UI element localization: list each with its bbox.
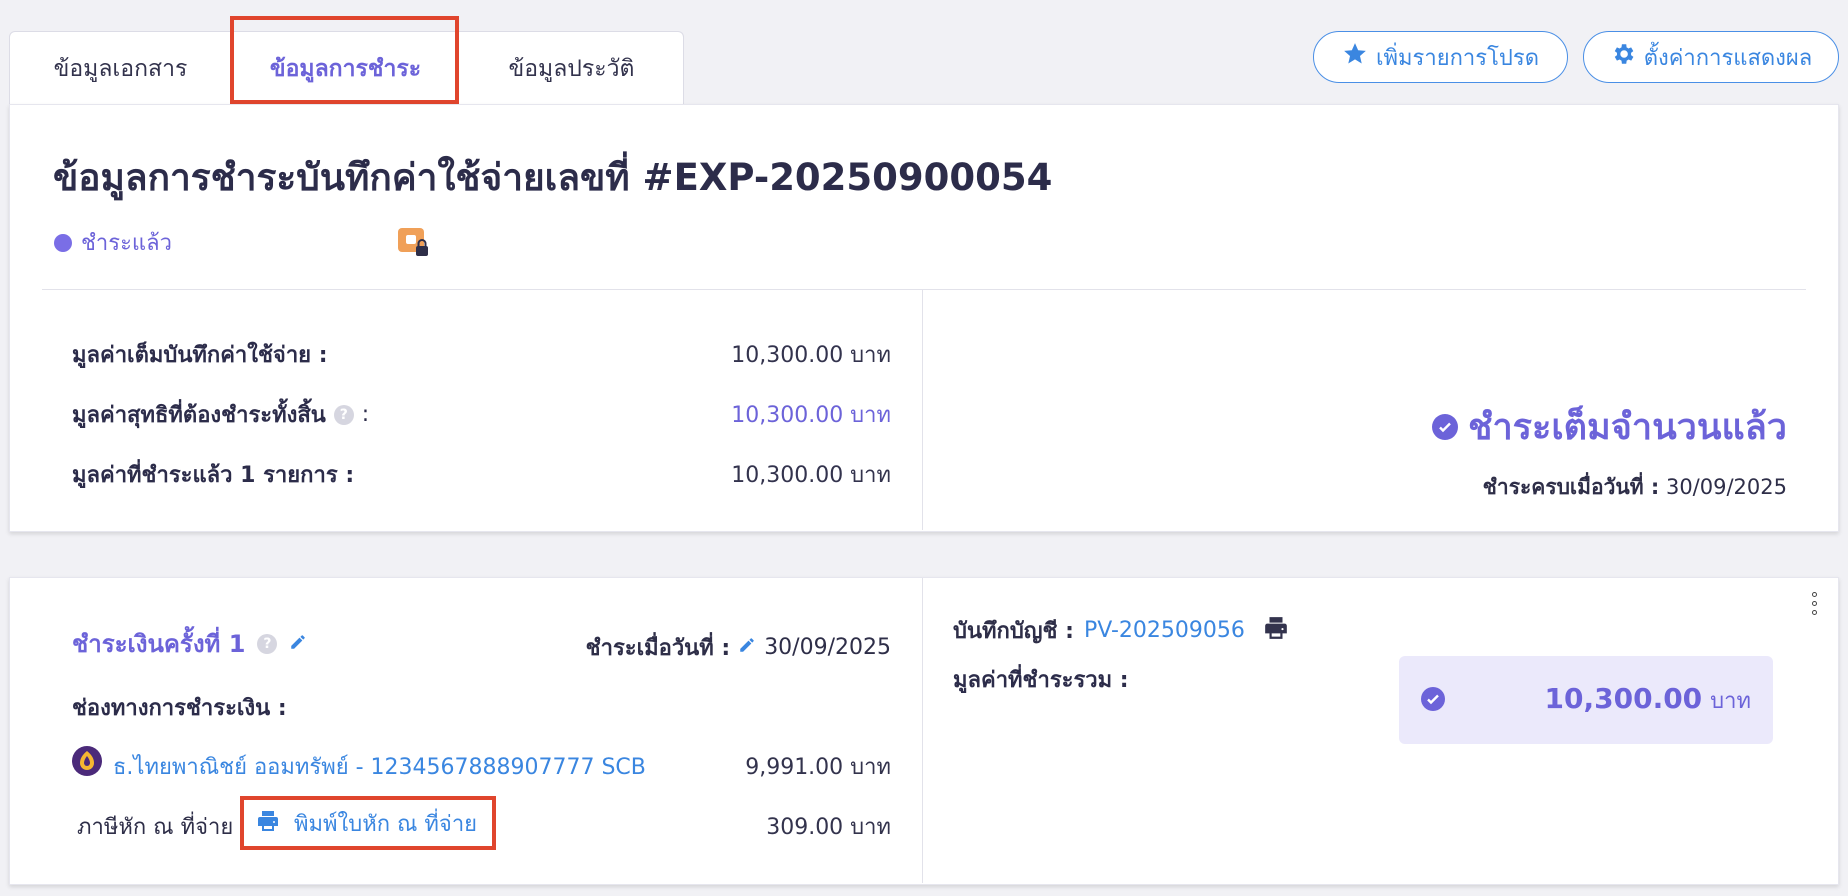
add-favorite-label: เพิ่มรายการโปรด xyxy=(1376,45,1539,71)
payment-title-row: ชำระเงินครั้งที่ 1 ? xyxy=(72,624,307,663)
more-options-icon[interactable] xyxy=(1812,592,1817,615)
total-paid-box: 10,300.00 บาท xyxy=(1399,656,1773,744)
paid-complete-date: 30/09/2025 xyxy=(1665,475,1787,499)
tab-payment-info[interactable]: ข้อมูลการชำระ xyxy=(231,32,460,105)
payment-vertical-divider xyxy=(922,578,923,883)
help-icon[interactable]: ? xyxy=(333,404,354,425)
total-paid-value: 10,300.00 บาท xyxy=(1545,682,1751,718)
bank-account-link[interactable]: ธ.ไทยพาณิชย์ ออมทรัพย์ - 123456788890777… xyxy=(113,749,646,784)
summary-vertical-divider xyxy=(922,290,923,530)
scb-bank-logo xyxy=(72,746,102,776)
edit-icon[interactable] xyxy=(289,633,307,655)
channel-label: ช่องทางการชำระเงิน : xyxy=(72,696,287,721)
paid-on-row: ชำระเมื่อวันที่ : 30/09/2025 xyxy=(586,630,891,665)
lock-icon xyxy=(398,228,428,256)
journal-ref-link[interactable]: PV-202509056 xyxy=(1084,618,1245,643)
add-favorite-button[interactable]: เพิ่มรายการโปรด xyxy=(1313,31,1568,83)
paid-on-label: ชำระเมื่อวันที่ : xyxy=(585,636,731,661)
net-amount-row: มูลค่าสุทธิที่ต้องชำระทั้งสิ้น ? : xyxy=(72,397,369,432)
total-paid-unit: บาท xyxy=(1710,689,1751,714)
net-amount-colon: : xyxy=(361,402,370,427)
total-paid-label: มูลค่าที่ชำระรวม : xyxy=(953,668,1129,693)
paid-on-date: 30/09/2025 xyxy=(764,635,891,660)
edit-date-icon[interactable] xyxy=(738,635,756,660)
status-badge: ชำระแล้ว xyxy=(54,225,172,260)
display-settings-label: ตั้งค่าการแสดงผล xyxy=(1643,45,1813,71)
star-icon xyxy=(1342,41,1368,73)
tab-history-info[interactable]: ข้อมูลประวัติ xyxy=(460,32,683,105)
full-amount-label: มูลค่าเต็มบันทึกค่าใช้จ่าย : xyxy=(72,343,328,368)
full-amount-value: 10,300.00 บาท xyxy=(731,343,891,368)
paid-amount-value: 10,300.00 บาท xyxy=(731,463,891,488)
withholding-amount: 309.00 บาท xyxy=(766,815,891,840)
status-text: ชำระแล้ว xyxy=(81,231,172,256)
tab-document-info[interactable]: ข้อมูลเอกสาร xyxy=(10,32,231,105)
page-title: ข้อมูลการชำระบันทึกค่าใช้จ่ายเลขที่ #EXP… xyxy=(53,156,1053,199)
paid-complete-label: ชำระครบเมื่อวันที่ : xyxy=(1482,475,1660,499)
paid-full-status: ชำระเต็มจำนวนแล้ว xyxy=(1432,398,1787,455)
journal-label: บันทึกบัญชี : xyxy=(953,619,1074,644)
gear-icon xyxy=(1610,41,1636,73)
paid-complete-row: ชำระครบเมื่อวันที่ : 30/09/2025 xyxy=(1483,471,1787,504)
help-icon[interactable]: ? xyxy=(257,633,278,654)
payment-title: ชำระเงินครั้งที่ 1 xyxy=(72,630,246,658)
withholding-label: ภาษีหัก ณ ที่จ่าย xyxy=(77,815,234,840)
journal-row: บันทึกบัญชี : PV-202509056 xyxy=(953,613,1289,648)
net-amount-value: 10,300.00 บาท xyxy=(731,403,891,428)
print-highlight-box xyxy=(240,796,496,850)
print-journal-icon[interactable] xyxy=(1263,615,1289,647)
total-paid-amount: 10,300.00 xyxy=(1544,682,1703,715)
summary-divider xyxy=(42,289,1806,290)
paid-amount-label: มูลค่าที่ชำระแล้ว 1 รายการ : xyxy=(72,463,355,488)
check-circle-icon xyxy=(1432,413,1459,440)
tab-bar: ข้อมูลเอกสาร ข้อมูลการชำระ ข้อมูลประวัติ xyxy=(9,31,684,105)
display-settings-button[interactable]: ตั้งค่าการแสดงผล xyxy=(1583,31,1839,83)
bank-amount: 9,991.00 บาท xyxy=(745,755,891,780)
check-circle-icon xyxy=(1421,687,1445,711)
net-amount-label: มูลค่าสุทธิที่ต้องชำระทั้งสิ้น xyxy=(72,403,326,428)
status-dot xyxy=(54,233,72,252)
paid-full-text: ชำระเต็มจำนวนแล้ว xyxy=(1468,407,1787,448)
